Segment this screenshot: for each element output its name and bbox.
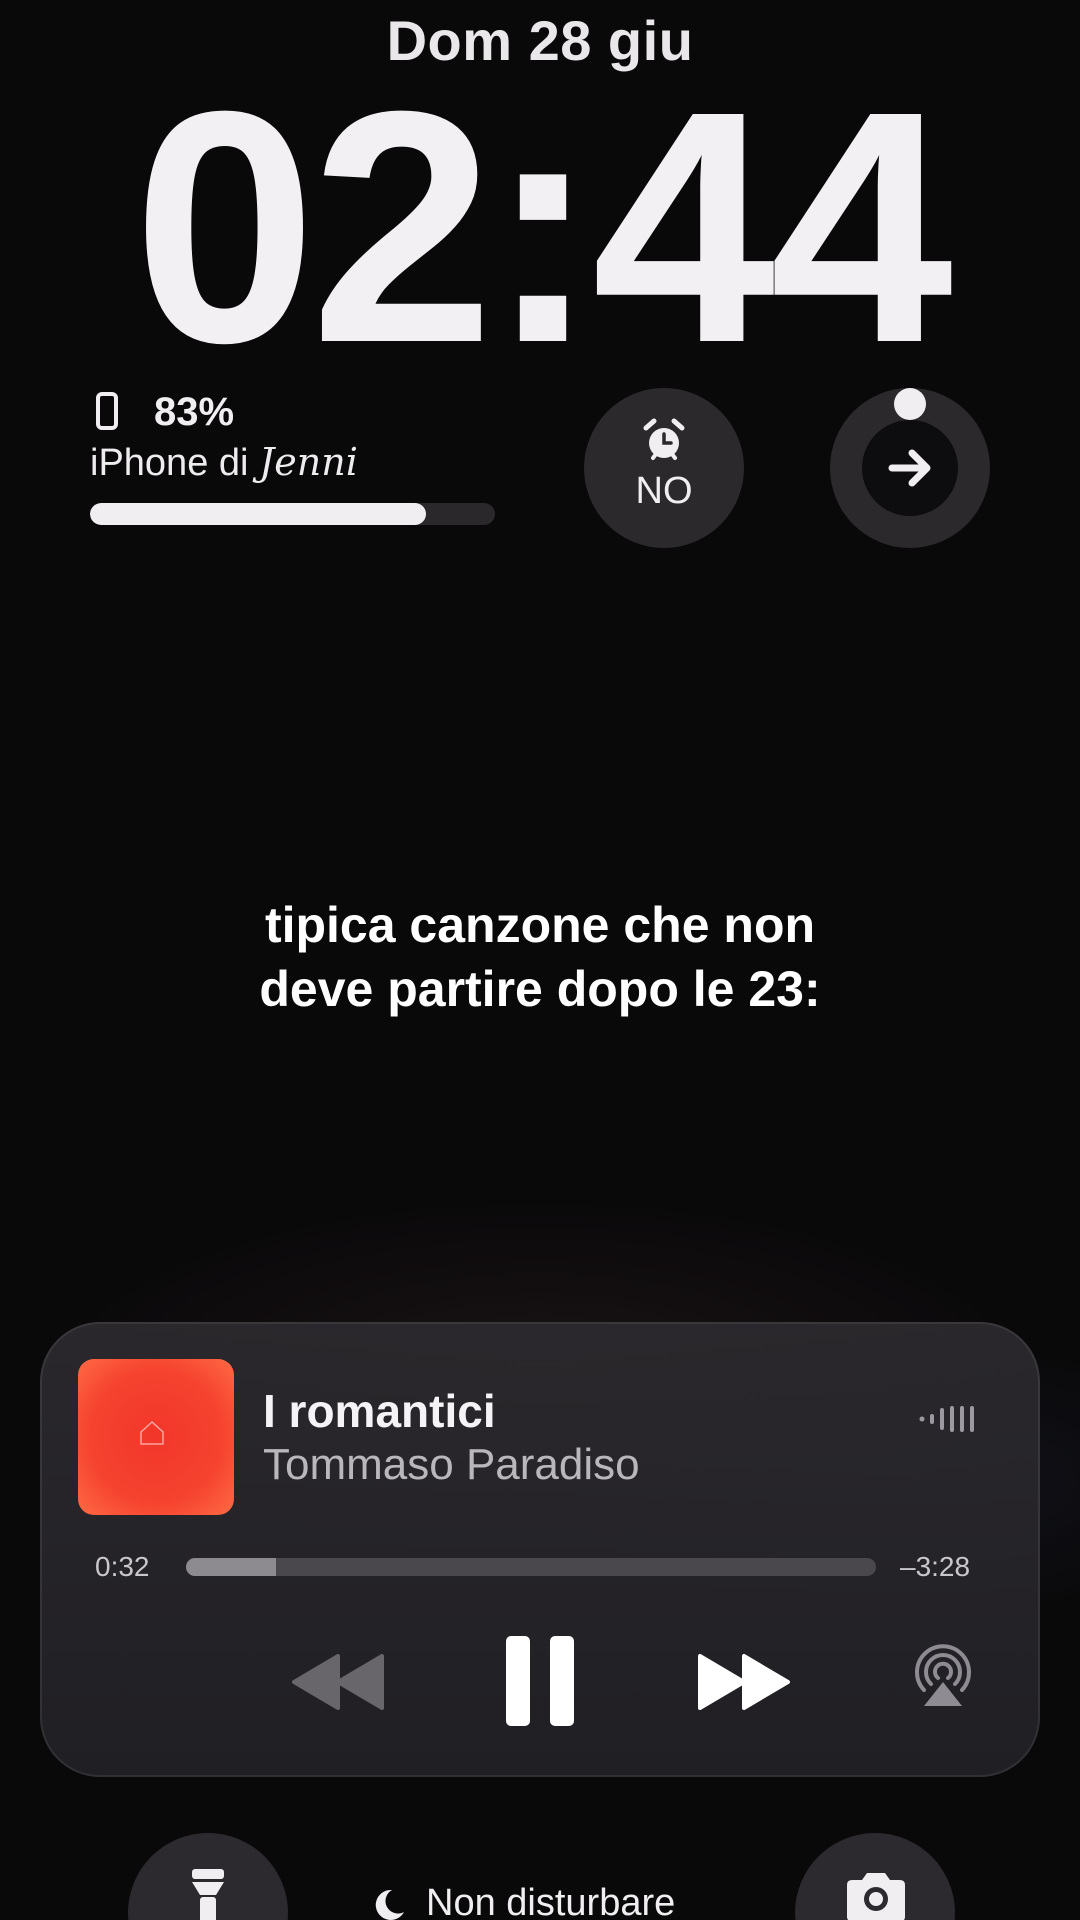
playback-progress-fill xyxy=(186,1558,276,1576)
navigation-indicator-dot xyxy=(894,388,926,420)
now-playing-card[interactable]: I romantici Tommaso Paradiso 0:32 –3:28 xyxy=(40,1322,1040,1777)
fast-forward-icon xyxy=(698,1654,790,1710)
airplay-button[interactable] xyxy=(910,1644,976,1710)
focus-mode-label: Non disturbare xyxy=(426,1882,676,1920)
battery-level-fill xyxy=(90,503,427,525)
flashlight-icon xyxy=(192,1869,224,1920)
audio-waveform-icon xyxy=(919,1406,974,1432)
song-title[interactable]: I romantici xyxy=(263,1384,496,1438)
device-owner: Jenni xyxy=(259,440,358,484)
caption-line-1: tipica canzone che non xyxy=(264,897,816,953)
device-name-prefix: iPhone di xyxy=(90,442,249,484)
fast-forward-button[interactable] xyxy=(692,1652,796,1712)
rewind-icon xyxy=(292,1654,384,1710)
camera-button[interactable] xyxy=(795,1833,955,1920)
caption-line-2: deve partire dopo le 23: xyxy=(259,961,821,1017)
rewind-button[interactable] xyxy=(286,1652,390,1712)
alarm-label: NO xyxy=(635,470,693,512)
phone-icon xyxy=(96,392,118,430)
moon-icon xyxy=(375,1889,404,1920)
playback-scrubber[interactable] xyxy=(186,1558,876,1576)
device-name: iPhone di Jenni xyxy=(90,440,358,485)
remaining-time: –3:28 xyxy=(900,1551,971,1582)
battery-percent: 83% xyxy=(154,390,235,434)
focus-mode-indicator[interactable]: Non disturbare xyxy=(360,1874,730,1920)
pause-icon xyxy=(506,1636,574,1726)
pause-button[interactable] xyxy=(502,1634,578,1728)
elapsed-time: 0:32 xyxy=(95,1551,150,1582)
song-artist[interactable]: Tommaso Paradiso xyxy=(263,1440,640,1490)
lock-screen-clock[interactable]: 02:44 xyxy=(0,62,1080,392)
navigation-widget-inner xyxy=(862,420,958,516)
camera-icon xyxy=(847,1873,905,1920)
video-caption: tipica canzone che non deve partire dopo… xyxy=(0,893,1080,1021)
alarm-widget[interactable]: NO xyxy=(584,388,744,548)
house-outline-icon xyxy=(140,1420,164,1445)
alarm-clock-icon xyxy=(643,418,685,460)
arrow-right-icon xyxy=(888,449,931,487)
flashlight-button[interactable] xyxy=(128,1833,288,1920)
battery-level-bar xyxy=(90,503,495,525)
album-artwork[interactable] xyxy=(78,1359,234,1515)
battery-widget[interactable]: 83% iPhone di Jenni xyxy=(90,388,500,528)
